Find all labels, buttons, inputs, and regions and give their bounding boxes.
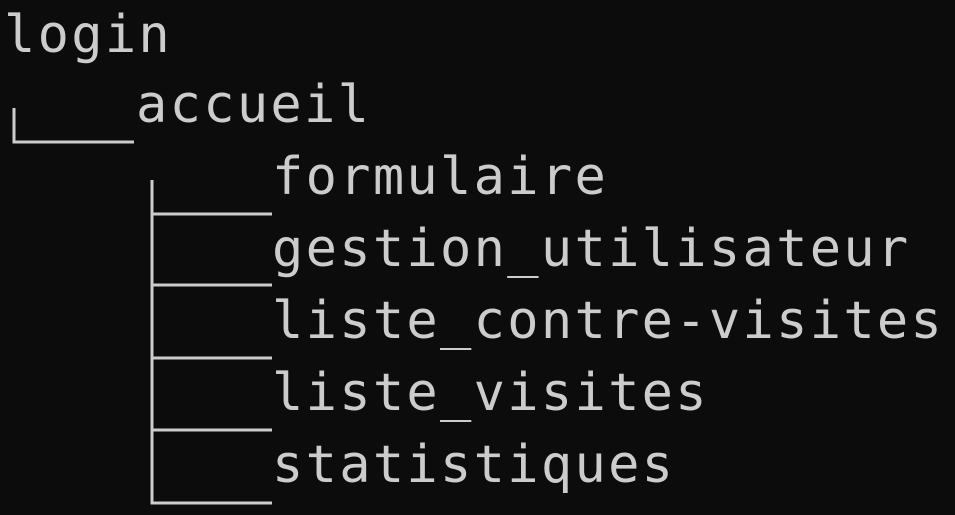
tree-line-gestion-utilisateur: gestion_utilisateur	[0, 214, 955, 324]
tree-tee-icon	[0, 142, 275, 252]
tree-grandchild-label: statistiques	[272, 435, 676, 495]
tree-grandchild-label: formulaire	[272, 147, 609, 207]
tree-grandchild-label: liste_visites	[272, 363, 709, 423]
tree-grandchild-label: liste_contre-visites	[272, 291, 945, 351]
tree-tee-icon	[0, 214, 275, 324]
tree-line-liste-visites: liste_visites	[0, 358, 955, 468]
tree-corner-icon	[0, 70, 140, 144]
tree-child-label: accueil	[136, 75, 372, 135]
tree-line-formulaire: formulaire	[0, 142, 955, 252]
tree-tee-icon	[0, 286, 275, 396]
tree-root-label: login	[4, 5, 173, 65]
tree-grandchild-label: gestion_utilisateur	[272, 219, 911, 279]
tree-line-statistiques: statistiques	[0, 430, 955, 505]
terminal-window[interactable]: login accueil formulaire gestion_utilisa…	[0, 0, 955, 515]
tree-line-liste-contre-visites: liste_contre-visites	[0, 286, 955, 396]
tree-tee-icon	[0, 358, 275, 468]
tree-line-accueil: accueil	[0, 70, 955, 144]
tree-corner-icon	[0, 430, 275, 505]
tree-line-root: login	[0, 0, 955, 70]
